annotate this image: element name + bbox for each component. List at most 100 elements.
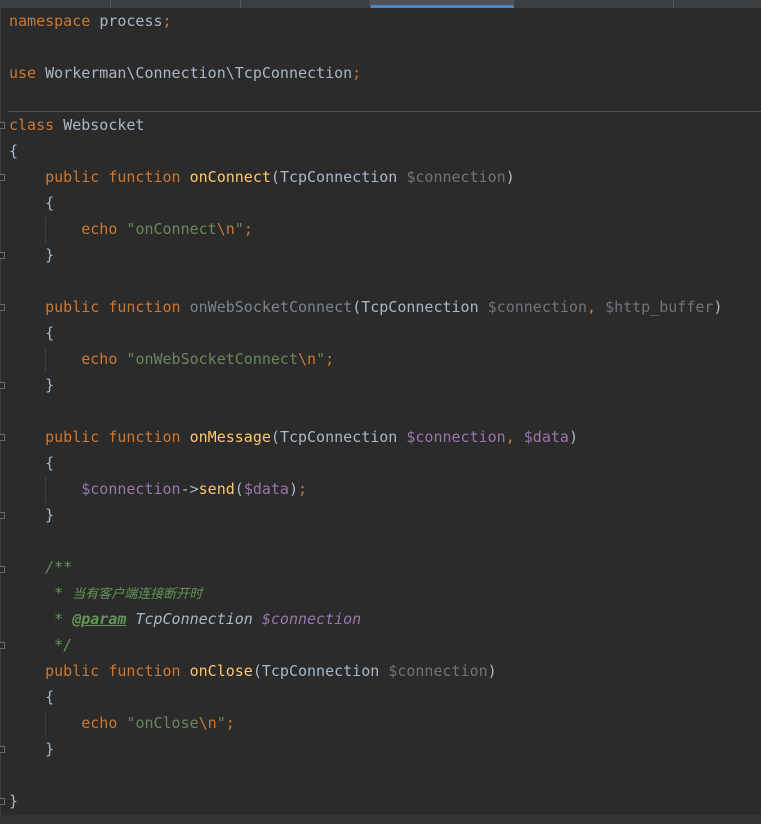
keyword-echo: echo bbox=[81, 220, 118, 238]
semicolon: ; bbox=[352, 64, 362, 82]
param-var: $connection bbox=[487, 298, 587, 316]
code-line-method-signature: public function onClose(TcpConnection $c… bbox=[9, 658, 497, 684]
keyword-public: public bbox=[45, 168, 100, 186]
escape-sequence: \n bbox=[298, 350, 317, 368]
keyword-function: function bbox=[108, 298, 181, 316]
fold-marker-icon[interactable] bbox=[0, 512, 5, 519]
keyword-function: function bbox=[108, 168, 181, 186]
editor-tab[interactable] bbox=[240, 0, 371, 8]
param-var: $connection bbox=[406, 168, 506, 186]
call-arg: $data bbox=[243, 480, 289, 498]
string-quote: " bbox=[316, 350, 326, 368]
code-line-brace: { bbox=[9, 684, 54, 710]
method-name-onmessage: onMessage bbox=[189, 428, 271, 446]
open-brace: { bbox=[45, 688, 55, 706]
keyword-class: class bbox=[9, 116, 55, 134]
string-quote: " bbox=[234, 220, 244, 238]
method-call-send: send bbox=[198, 480, 235, 498]
fold-marker-icon[interactable] bbox=[0, 798, 5, 805]
close-brace: } bbox=[45, 376, 55, 394]
code-line-method-signature: public function onWebSocketConnect(TcpCo… bbox=[9, 294, 722, 320]
param-var: $http_buffer bbox=[605, 298, 714, 316]
doc-star: * bbox=[54, 610, 64, 628]
gutter-edge bbox=[0, 8, 1, 824]
code-line-method-signature: public function onConnect(TcpConnection … bbox=[9, 164, 515, 190]
fold-marker-icon[interactable] bbox=[0, 304, 5, 311]
doc-close: */ bbox=[54, 636, 73, 654]
horizontal-scrollbar[interactable] bbox=[0, 815, 761, 824]
code-line-brace: { bbox=[9, 190, 54, 216]
close-paren: ) bbox=[505, 168, 515, 186]
code-line-class: class Websocket bbox=[9, 112, 144, 138]
code-line-brace: { bbox=[9, 450, 54, 476]
code-area[interactable]: namespace process; use Workerman\Connect… bbox=[9, 8, 722, 818]
doc-star: * bbox=[54, 584, 64, 602]
keyword-public: public bbox=[45, 298, 100, 316]
open-paren: ( bbox=[234, 480, 244, 498]
body-var: $connection bbox=[81, 480, 181, 498]
echo-string: onClose bbox=[135, 714, 199, 732]
keyword-public: public bbox=[45, 662, 100, 680]
fold-marker-icon[interactable] bbox=[0, 746, 5, 753]
fold-marker-icon[interactable] bbox=[0, 382, 5, 389]
method-name-onclose: onClose bbox=[189, 662, 253, 680]
code-line-brace: } bbox=[9, 736, 54, 762]
editor-tab[interactable] bbox=[0, 0, 111, 8]
semicolon: ; bbox=[162, 12, 172, 30]
docblock-open: /** bbox=[9, 554, 72, 580]
open-paren: ( bbox=[252, 662, 262, 680]
param-type: TcpConnection bbox=[261, 662, 380, 680]
keyword-echo: echo bbox=[81, 714, 118, 732]
fold-marker-icon[interactable] bbox=[0, 566, 5, 573]
fold-marker-icon[interactable] bbox=[0, 252, 5, 259]
code-editor[interactable]: namespace process; use Workerman\Connect… bbox=[0, 0, 761, 824]
fold-marker-icon[interactable] bbox=[0, 174, 5, 181]
open-brace: { bbox=[9, 142, 19, 160]
editor-tab-strip bbox=[0, 0, 761, 8]
fold-marker-icon[interactable] bbox=[0, 122, 5, 129]
param-type: TcpConnection bbox=[279, 168, 398, 186]
editor-tab-active[interactable] bbox=[371, 0, 514, 8]
fold-marker-icon[interactable] bbox=[0, 434, 5, 441]
keyword-function: function bbox=[108, 662, 181, 680]
fold-marker-icon[interactable] bbox=[0, 642, 5, 649]
class-name: Websocket bbox=[63, 116, 145, 134]
string-quote: " bbox=[216, 714, 226, 732]
doc-description: 当有客户端连接断开时 bbox=[72, 587, 203, 602]
code-line-brace: } bbox=[9, 372, 54, 398]
keyword-function: function bbox=[108, 428, 181, 446]
doc-open: /** bbox=[45, 558, 73, 576]
keyword-use: use bbox=[9, 64, 37, 82]
escape-sequence: \n bbox=[216, 220, 235, 238]
namespace-name: process bbox=[99, 12, 163, 30]
code-line-brace: } bbox=[9, 788, 18, 814]
param-var: $data bbox=[523, 428, 569, 446]
close-paren: ) bbox=[713, 298, 723, 316]
keyword-public: public bbox=[45, 428, 100, 446]
echo-string: onConnect bbox=[135, 220, 217, 238]
code-line-echo: echo "onClose\n"; bbox=[9, 710, 235, 736]
editor-tab[interactable] bbox=[673, 0, 761, 8]
close-paren: ) bbox=[487, 662, 497, 680]
editor-tab[interactable] bbox=[110, 0, 241, 8]
code-line-echo: echo "onConnect\n"; bbox=[9, 216, 253, 242]
code-line-brace: { bbox=[9, 138, 18, 164]
arrow-operator: -> bbox=[180, 480, 199, 498]
method-name-onconnect: onConnect bbox=[189, 168, 271, 186]
close-brace: } bbox=[45, 506, 55, 524]
close-brace: } bbox=[45, 740, 55, 758]
close-brace: } bbox=[9, 792, 19, 810]
docblock-description: * 当有客户端连接断开时 bbox=[9, 580, 202, 606]
open-paren: ( bbox=[270, 168, 280, 186]
editor-tab[interactable] bbox=[513, 0, 674, 8]
param-var: $connection bbox=[406, 428, 506, 446]
escape-sequence: \n bbox=[198, 714, 217, 732]
doc-tag-var: $connection bbox=[261, 610, 362, 628]
semicolon: ; bbox=[225, 714, 235, 732]
open-brace: { bbox=[45, 454, 55, 472]
keyword-namespace: namespace bbox=[9, 12, 91, 30]
close-brace: } bbox=[45, 246, 55, 264]
param-type: TcpConnection bbox=[361, 298, 479, 316]
doc-tag: @param bbox=[72, 610, 127, 628]
code-line-use: use Workerman\Connection\TcpConnection; bbox=[9, 60, 361, 86]
